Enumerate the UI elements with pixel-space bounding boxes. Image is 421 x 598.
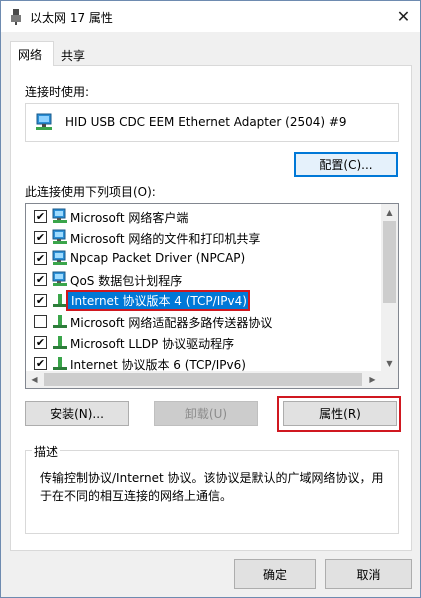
description-text: 传输控制协议/Internet 协议。该协议是默认的广域网络协议，用于在不同的相… bbox=[40, 471, 384, 503]
list-item[interactable]: ✔ Microsoft LLDP 协议驱动程序 bbox=[26, 332, 381, 353]
tab-sharing[interactable]: 共享 bbox=[54, 43, 98, 65]
item-label: Npcap Packet Driver (NPCAP) bbox=[70, 251, 246, 265]
scroll-right-icon[interactable]: ▶ bbox=[364, 371, 381, 388]
item-label: Microsoft 网络的文件和打印机共享 bbox=[70, 232, 261, 246]
scroll-left-icon[interactable]: ◀ bbox=[26, 371, 43, 388]
install-button[interactable]: 安装(N)... bbox=[25, 401, 129, 426]
network-tab-panel: 连接时使用: HID USB CDC EEM Ethernet Adapter … bbox=[10, 65, 412, 551]
protocol-icon bbox=[53, 357, 67, 370]
properties-button[interactable]: 属性(R) bbox=[283, 401, 397, 426]
item-label: Microsoft 网络适配器多路传送器协议 bbox=[70, 316, 273, 330]
window-title: 以太网 17 属性 bbox=[30, 11, 113, 25]
adapter-display: HID USB CDC EEM Ethernet Adapter (2504) … bbox=[25, 103, 399, 142]
item-checkbox[interactable]: ✔ bbox=[34, 357, 47, 370]
scroll-down-icon[interactable]: ▼ bbox=[381, 355, 398, 372]
tab-network[interactable]: 网络 bbox=[10, 41, 54, 66]
list-item[interactable]: ✔ QoS 数据包计划程序 bbox=[26, 269, 381, 290]
item-label: Microsoft 网络客户端 bbox=[70, 211, 189, 225]
close-button[interactable]: ✕ bbox=[387, 1, 420, 32]
network-service-icon bbox=[52, 250, 67, 265]
vertical-scroll-thumb[interactable] bbox=[383, 221, 396, 303]
network-client-icon bbox=[52, 208, 67, 223]
cancel-button[interactable]: 取消 bbox=[325, 559, 412, 589]
scroll-up-icon[interactable]: ▲ bbox=[381, 204, 398, 221]
horizontal-scrollbar[interactable]: ◀ ▶ bbox=[26, 371, 398, 388]
network-adapter-icon bbox=[36, 113, 52, 130]
list-item[interactable]: ✔ Microsoft 网络的文件和打印机共享 bbox=[26, 227, 381, 248]
description-group: 描述 传输控制协议/Internet 协议。该协议是默认的广域网络协议，用于在不… bbox=[25, 443, 399, 534]
item-checkbox[interactable]: ✔ bbox=[34, 273, 47, 286]
adapter-name: HID USB CDC EEM Ethernet Adapter (2504) … bbox=[65, 115, 347, 129]
ok-button[interactable]: 确定 bbox=[234, 559, 316, 589]
items-listbox[interactable]: ✔ Microsoft 网络客户端 ✔ Microsoft 网络的文件和打印机共… bbox=[25, 203, 399, 389]
selection-highlight-outline bbox=[66, 290, 250, 311]
item-label: Microsoft LLDP 协议驱动程序 bbox=[70, 337, 235, 351]
list-item[interactable]: ✔ Npcap Packet Driver (NPCAP) bbox=[26, 248, 381, 269]
item-checkbox[interactable]: ✔ bbox=[34, 252, 47, 265]
vertical-scrollbar[interactable]: ▲ ▼ bbox=[381, 204, 398, 372]
connect-using-label: 连接时使用: bbox=[25, 85, 90, 99]
title-bar: 以太网 17 属性 ✕ bbox=[1, 1, 420, 32]
configure-button[interactable]: 配置(C)... bbox=[294, 152, 398, 177]
close-icon: ✕ bbox=[396, 7, 411, 26]
network-service-icon bbox=[52, 229, 67, 244]
ethernet-adapter-icon bbox=[11, 9, 21, 25]
properties-dialog: 以太网 17 属性 ✕ 网络 共享 连接时使用: HID USB CDC EEM… bbox=[0, 0, 421, 598]
description-legend: 描述 bbox=[32, 443, 61, 460]
list-item-selected[interactable]: ✔ Internet 协议版本 4 (TCP/IPv4) bbox=[26, 290, 381, 311]
scrollbar-corner bbox=[381, 371, 398, 388]
item-checkbox[interactable]: ✔ bbox=[34, 210, 47, 223]
list-item[interactable]: ✔ Microsoft 网络客户端 bbox=[26, 206, 381, 227]
uninstall-button[interactable]: 卸载(U) bbox=[154, 401, 258, 426]
item-label: QoS 数据包计划程序 bbox=[70, 274, 183, 288]
horizontal-scroll-thumb[interactable] bbox=[44, 373, 362, 386]
item-checkbox[interactable]: ✔ bbox=[34, 336, 47, 349]
item-checkbox[interactable]: ✔ bbox=[34, 294, 47, 307]
list-item[interactable]: Microsoft 网络适配器多路传送器协议 bbox=[26, 311, 381, 332]
item-checkbox[interactable]: ✔ bbox=[34, 231, 47, 244]
protocol-icon bbox=[53, 336, 67, 349]
item-checkbox[interactable] bbox=[34, 315, 47, 328]
items-list-label: 此连接使用下列项目(O): bbox=[25, 185, 156, 199]
network-service-icon bbox=[52, 271, 67, 286]
protocol-icon bbox=[53, 315, 67, 328]
